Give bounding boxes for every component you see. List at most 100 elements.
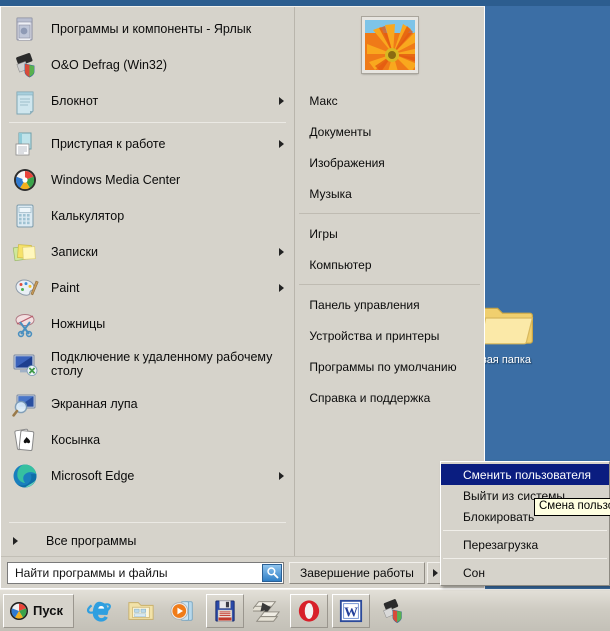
menu-separator [9,522,287,523]
desktop: вая папка Программы и компоненты - Ярлык… [0,0,610,631]
taskbar-item-winamp[interactable] [248,594,286,628]
start-item-sticky-notes[interactable]: Записки [1,234,294,270]
right-item-control-panel[interactable]: Панель управления [295,289,484,320]
all-programs-label: Все программы [46,534,137,548]
start-item-remote-desktop[interactable]: Подключение к удаленному рабочему столу [1,342,294,386]
chevron-right-icon [279,140,285,148]
start-item-label: Приступая к работе [51,137,166,151]
right-item-label: Панель управления [309,297,420,312]
start-item-label: Windows Media Center [51,173,181,187]
start-item-paint[interactable]: Paint [1,270,294,306]
start-menu-left-pane: Программы и компоненты - Ярлык O&O Defra… [1,7,296,556]
windows-media-center-icon [9,164,41,196]
start-item-label: Блокнот [51,94,99,108]
right-item-label: Справка и поддержка [309,390,431,405]
start-item-oo-defrag[interactable]: O&O Defrag (Win32) [1,47,294,83]
right-item-label: Изображения [309,155,385,170]
context-item-label: Блокировать [463,509,535,524]
right-item-music[interactable]: Музыка [295,178,484,209]
chevron-right-icon [279,97,285,105]
start-item-label: Калькулятор [51,209,125,223]
context-item-switch-user[interactable]: Сменить пользователя [441,464,609,485]
programs-and-features-icon [9,13,41,45]
right-item-label: Музыка [309,186,352,201]
shutdown-button[interactable]: Завершение работы [289,561,425,584]
chevron-right-icon [279,248,285,256]
context-item-restart[interactable]: Перезагрузка [441,534,609,555]
notepad-icon [9,85,41,117]
right-item-label: Программы по умолчанию [309,359,457,374]
magnifier-icon [9,388,41,420]
paint-icon [9,272,41,304]
start-menu-bottom-bar: Найти программы и файлы Завершение работ… [1,556,484,588]
user-avatar-flower[interactable] [360,16,419,74]
calculator-icon [9,200,41,232]
start-item-programs-and-features[interactable]: Программы и компоненты - Ярлык [1,11,294,47]
menu-separator [299,284,480,285]
avatar-image [364,20,415,70]
shutdown-label: Завершение работы [300,565,414,580]
right-item-label: Макс [309,93,338,108]
taskbar-item-file-explorer[interactable] [122,594,160,628]
svg-text:W: W [344,604,358,619]
right-item-default-programs[interactable]: Программы по умолчанию [295,351,484,382]
right-item-computer[interactable]: Компьютер [295,249,484,280]
start-item-microsoft-edge[interactable]: Microsoft Edge [1,458,294,494]
solitaire-icon [9,424,41,456]
start-item-notepad[interactable]: Блокнот [1,83,294,119]
start-item-getting-started[interactable]: Приступая к работе [1,126,294,162]
menu-separator [443,558,607,559]
search-input[interactable]: Найти программы и файлы [7,561,284,584]
menu-separator [9,122,287,123]
shutdown-context-menu: Сменить пользователя Выйти из системы Бл… [440,461,610,586]
start-item-magnifier[interactable]: Экранная лупа [1,386,294,422]
start-item-windows-media-center[interactable]: Windows Media Center [1,162,294,198]
context-item-sleep[interactable]: Сон [441,562,609,583]
start-button[interactable]: Пуск [3,593,74,628]
word-icon: W [339,599,363,622]
taskbar-item-media-player[interactable] [164,594,202,628]
chevron-right-icon [279,284,285,292]
start-item-label: Косынка [51,433,101,447]
taskbar-item-save[interactable] [206,593,244,628]
right-item-label: Устройства и принтеры [309,328,440,343]
start-item-label: Экранная лупа [51,397,138,411]
taskbar-item-word[interactable]: W [332,593,370,628]
taskbar-item-oo-defrag[interactable] [374,594,412,628]
remote-desktop-icon [9,348,41,380]
right-item-documents[interactable]: Документы [295,116,484,147]
floppy-save-icon [215,599,235,622]
media-player-icon [170,600,193,621]
right-item-label: Документы [309,124,372,139]
right-item-username[interactable]: Макс [295,85,484,116]
context-item-label: Сменить пользователя [463,467,591,482]
avatar-container [295,16,484,74]
search-placeholder: Найти программы и файлы [15,565,168,580]
right-item-help-and-support[interactable]: Справка и поддержка [295,382,484,413]
start-menu-body: Программы и компоненты - Ярлык O&O Defra… [1,7,484,556]
getting-started-icon [9,128,41,160]
right-item-label: Компьютер [309,257,372,272]
menu-separator [299,213,480,214]
search-icon[interactable] [262,563,282,582]
right-item-label: Игры [309,226,338,241]
right-item-pictures[interactable]: Изображения [295,147,484,178]
context-item-label: Сон [463,565,485,580]
snipping-tool-icon [9,308,41,340]
start-item-solitaire[interactable]: Косынка [1,422,294,458]
start-item-calculator[interactable]: Калькулятор [1,198,294,234]
opera-icon [298,599,320,622]
taskbar-item-internet-explorer[interactable] [80,594,118,628]
right-item-devices-and-printers[interactable]: Устройства и принтеры [295,320,484,351]
right-item-games[interactable]: Игры [295,218,484,249]
taskbar-item-opera[interactable] [290,593,328,628]
start-item-snipping-tool[interactable]: Ножницы [1,306,294,342]
taskbar: Пуск W [0,589,610,631]
start-item-label: Записки [51,245,98,259]
start-item-label: Paint [51,281,80,295]
oo-defrag-icon [9,49,41,81]
all-programs-button[interactable]: Все программы [1,526,294,556]
oo-defrag-taskbar-icon [383,598,402,623]
program-list: Программы и компоненты - Ярлык O&O Defra… [1,11,294,519]
start-menu: Программы и компоненты - Ярлык O&O Defra… [0,6,485,589]
